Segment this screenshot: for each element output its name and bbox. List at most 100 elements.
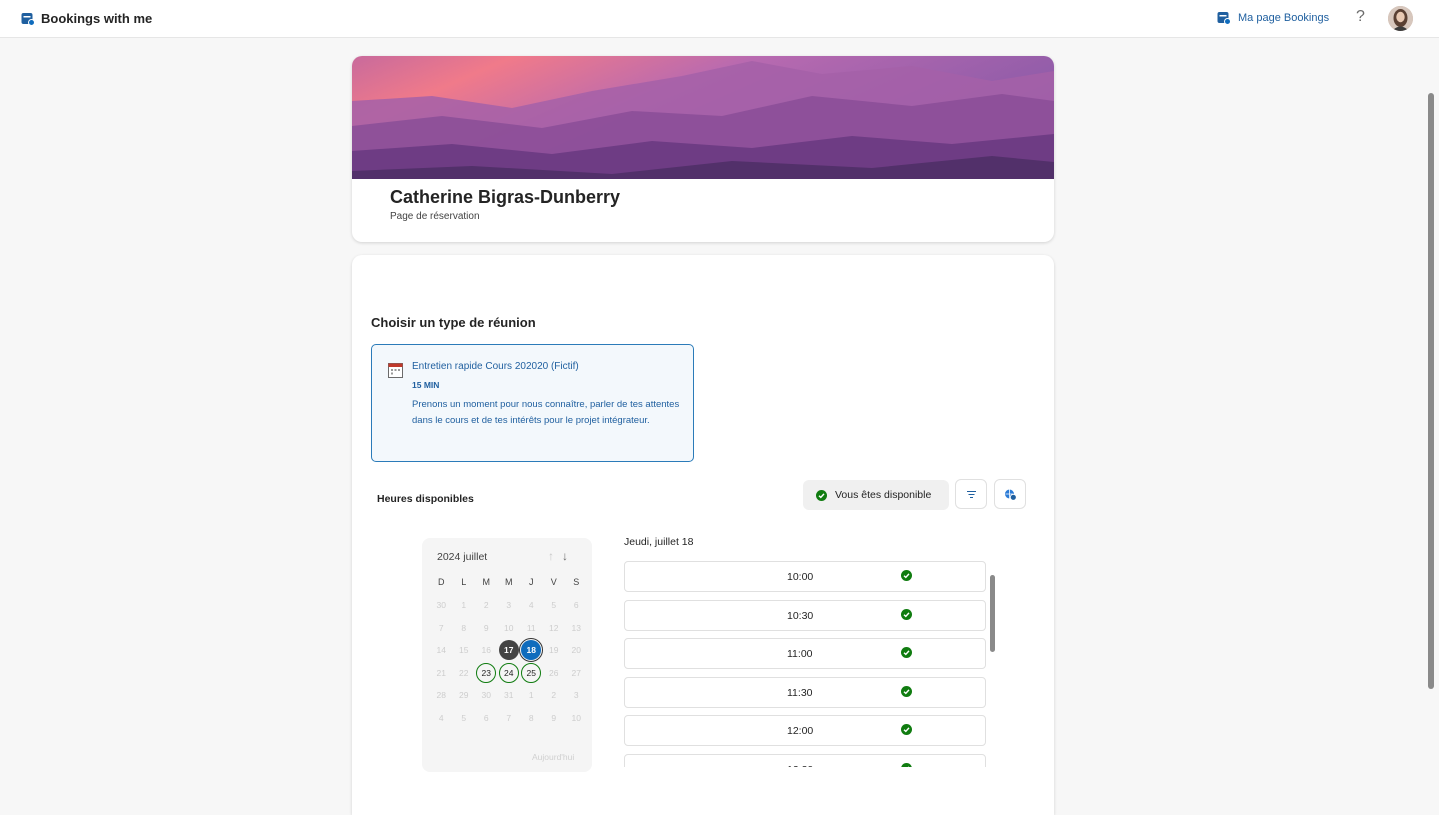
time-slot-label: 10:30 [787,609,814,622]
time-slot-button[interactable]: 12:00 [624,715,986,747]
calendar-day-number: 2 [483,600,489,611]
calendar-day-number: 24 [498,662,519,683]
calendar-day-available[interactable]: 23 [475,662,498,685]
calendar-day-number: 8 [528,712,534,723]
time-slot-button[interactable]: 11:00 [624,638,986,670]
calendar-day-disabled: 15 [453,639,476,662]
calendar-day-number: 29 [459,690,469,701]
calendar-day-available[interactable]: 24 [498,662,521,685]
filter-button[interactable] [955,479,987,509]
available-check-icon [901,608,912,620]
calendar-day-number: 3 [573,690,579,701]
help-icon[interactable]: ? [1356,8,1365,26]
calendar-day-number: 10 [504,622,514,633]
time-slot-label: 10:00 [787,571,814,583]
time-slot-scrollbar[interactable] [990,575,995,652]
availability-status-badge: Vous êtes disponible [803,480,949,510]
top-bar: Bookings with me Ma page Bookings ? [0,0,1439,38]
available-check-icon [901,762,912,767]
calendar-day-number: 27 [571,667,581,678]
calendar-day-disabled: 28 [430,684,453,707]
calendar-day-disabled: 1 [453,594,476,617]
my-bookings-page-link[interactable]: Ma page Bookings [1217,11,1329,25]
calendar-day-number: 5 [551,600,557,611]
available-check-icon [901,570,912,581]
profile-name: Catherine Bigras-Dunberry [390,187,621,207]
today-link[interactable]: Aujourd'hui [532,752,574,762]
calendar-day-number: 19 [549,645,559,656]
calendar-day-disabled: 12 [543,617,566,640]
calendar-day-number: 4 [438,712,444,723]
calendar-day-number: 30 [436,600,446,611]
time-slot-label: 12:00 [787,725,814,738]
calendar-day-disabled: 9 [475,617,498,640]
time-slot-button[interactable]: 11:30 [624,676,986,708]
calendar-day-number: 17 [498,640,519,661]
service-duration: 15 MIN [412,380,440,390]
calendar-day-disabled: 3 [565,684,588,707]
calendar-day-disabled: 4 [520,594,543,617]
weekday-label: L [461,577,467,587]
app-title: Bookings with me [41,11,153,26]
calendar-day-disabled: 21 [430,662,453,685]
time-slot-button[interactable]: 10:30 [624,599,986,631]
date-picker-calendar: 2024 juillet ↑ ↓ DLMMJVS 30 1 2 3 4 5 6 7 8 9 10 11… [422,538,592,772]
weekday-label: M [505,577,513,587]
calendar-day-number: 18 [519,638,544,663]
calendar-day-number: 22 [459,667,469,678]
calendar-day-number: 23 [476,662,497,683]
calendar-day-disabled: 6 [565,594,588,617]
next-month-arrow-icon[interactable]: ↓ [562,549,568,563]
calendar-day-number: 2 [551,690,557,701]
calendar-day-number: 1 [461,600,467,611]
previous-month-arrow-icon[interactable]: ↑ [548,549,554,563]
calendar-day-disabled: 4 [430,707,453,730]
calendar-day-number: 10 [571,712,581,723]
calendar-day-number: 21 [436,667,446,678]
calendar-day-disabled: 27 [565,662,588,685]
check-circle-icon [816,489,827,501]
time-slot-label: 11:30 [787,686,813,699]
calendar-day-number: 30 [481,690,491,701]
page-scrollbar[interactable] [1428,93,1434,689]
available-check-icon [901,647,912,659]
calendar-day-number: 7 [438,622,444,633]
bookings-app-icon [21,13,35,26]
weekday-label: J [529,577,534,587]
calendar-day-number: 5 [461,712,467,723]
calendar-day-disabled: 8 [520,707,543,730]
calendar-day-disabled: 1 [520,684,543,707]
calendar-day-number: 14 [436,645,446,656]
calendar-day-number: 6 [573,600,579,611]
available-check-icon [901,724,912,736]
available-check-icon [901,685,912,697]
service-name: Entretien rapide Cours 202020 (Fictif) [412,361,579,372]
meeting-type-heading: Choisir un type de réunion [371,315,536,330]
calendar-day-disabled: 3 [498,594,521,617]
calendar-day-today[interactable]: 17 [498,639,521,662]
my-bookings-page-label: Ma page Bookings [1238,12,1330,24]
service-description: Prenons un moment pour nous connaître, p… [412,399,680,426]
globe-clock-icon [1004,489,1017,501]
calendar-day-disabled: 31 [498,684,521,707]
calendar-day-number: 6 [483,712,489,723]
calendar-day-disabled: 5 [453,707,476,730]
calendar-day-disabled: 11 [520,617,543,640]
calendar-day-selected[interactable]: 18 [519,638,544,663]
calendar-day-disabled: 9 [543,707,566,730]
time-slot-button[interactable]: 10:00 [624,561,986,592]
calendar-day-disabled: 30 [430,594,453,617]
calendar-day-disabled: 5 [543,594,566,617]
timezone-button[interactable] [994,479,1026,509]
calendar-day-disabled: 10 [498,617,521,640]
calendar-day-number: 4 [528,600,534,611]
time-slot-button[interactable]: 12:30 [624,753,986,767]
user-avatar[interactable] [1388,6,1413,31]
calendar-day-number: 3 [506,600,512,611]
calendar-day-disabled: 13 [565,617,588,640]
calendar-day-disabled: 7 [430,617,453,640]
calendar-day-available[interactable]: 25 [520,662,543,685]
time-slot-label: 11:00 [787,648,813,661]
calendar-day-disabled: 10 [565,707,588,730]
service-option-card[interactable]: Entretien rapide Cours 202020 (Fictif) 1… [371,344,694,462]
